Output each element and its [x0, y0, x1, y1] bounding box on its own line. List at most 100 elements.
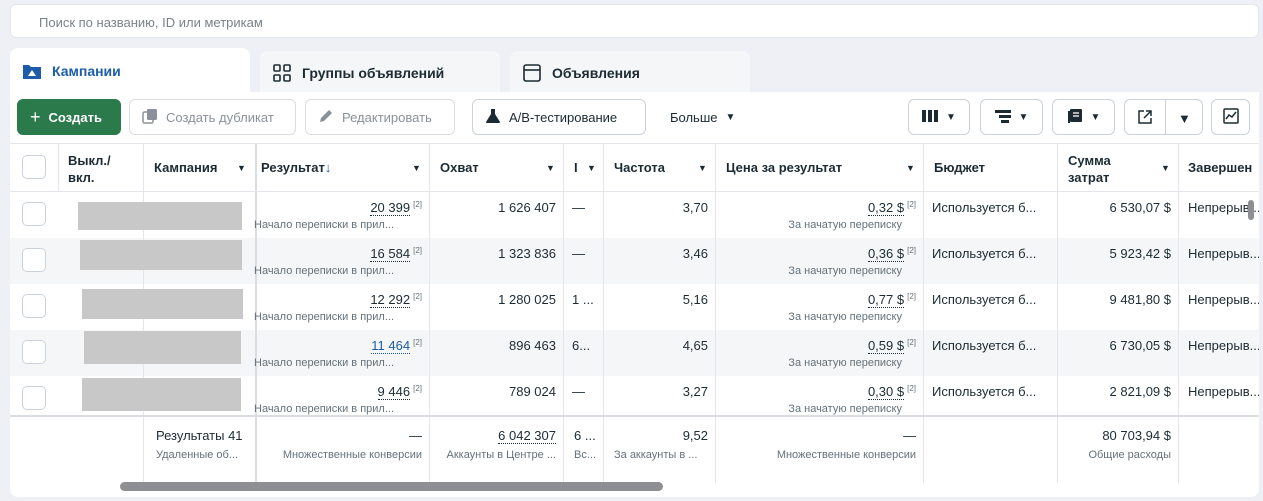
- caret-down-icon[interactable]: ▼: [906, 163, 915, 173]
- row-checkbox[interactable]: [22, 202, 46, 226]
- row-checkbox[interactable]: [22, 386, 46, 410]
- result-sub: Начало переписки в прил...: [254, 219, 395, 231]
- more-dropdown[interactable]: Больше ▼: [658, 99, 758, 135]
- result-value[interactable]: 20 399 [2]: [370, 200, 422, 217]
- column-header-toggle[interactable]: Выкл./вкл.: [68, 152, 111, 186]
- pencil-icon: [318, 108, 334, 127]
- search-input[interactable]: Поиск по названию, ID или метрикам: [10, 4, 1259, 38]
- search-placeholder: Поиск по названию, ID или метрикам: [39, 15, 263, 30]
- export-icon[interactable]: [1137, 109, 1153, 128]
- spend-value: 6 530,07 $: [1109, 200, 1171, 215]
- create-button[interactable]: + Создать: [17, 99, 121, 135]
- edit-button[interactable]: Редактировать: [305, 99, 455, 135]
- result-value[interactable]: 11 464 [2]: [371, 338, 422, 355]
- column-header-reach[interactable]: Охват: [440, 160, 479, 175]
- caret-down-icon[interactable]: ▼: [1178, 111, 1191, 126]
- reach-value: 1 323 836: [498, 246, 556, 261]
- tab-ad-groups[interactable]: Группы объявлений: [260, 51, 500, 95]
- impressions-value: 6...: [572, 338, 591, 353]
- select-all-checkbox[interactable]: [22, 155, 46, 179]
- column-header-frequency[interactable]: Частота: [614, 160, 665, 175]
- budget-value: Используется б...: [932, 338, 1037, 353]
- column-header-budget[interactable]: Бюджет: [934, 160, 985, 175]
- redacted-campaign-name: [82, 289, 243, 319]
- result-sub: Начало переписки в прил...: [254, 311, 395, 323]
- tab-ads[interactable]: Объявления: [510, 51, 750, 95]
- cost-per-result-sub: За начатую переписку: [788, 403, 902, 415]
- duplicate-button[interactable]: Создать дубликат: [129, 99, 296, 135]
- cost-per-result-value[interactable]: 0,36 $ [2]: [867, 246, 916, 263]
- end-value: Непрерыв...: [1188, 246, 1259, 261]
- cost-per-result-value[interactable]: 0,77 $ [2]: [867, 292, 916, 309]
- totals-spend: 80 703,94 $: [1102, 428, 1171, 443]
- breakdown-icon: [994, 109, 1011, 126]
- spend-value: 2 821,09 $: [1109, 384, 1171, 399]
- frequency-value: 5,16: [682, 292, 708, 307]
- result-value[interactable]: 16 584 [2]: [370, 246, 422, 263]
- tab-ads-label: Объявления: [552, 65, 640, 81]
- ab-test-button[interactable]: A/B-тестирование: [472, 99, 646, 135]
- cost-per-result-value[interactable]: 0,32 $ [2]: [867, 200, 916, 217]
- ad-window-icon: [522, 64, 542, 82]
- reports-button[interactable]: ▼: [1052, 99, 1115, 135]
- column-header-end[interactable]: Завершен: [1188, 160, 1252, 175]
- impressions-value: 1 ...: [572, 292, 594, 307]
- result-value[interactable]: 9 446 [2]: [377, 384, 422, 401]
- copy-icon: [142, 108, 158, 127]
- row-checkbox[interactable]: [22, 340, 46, 364]
- impressions-value: —: [572, 200, 585, 215]
- cost-per-result-sub: За начатую переписку: [788, 311, 902, 323]
- column-header-impressions[interactable]: I: [574, 160, 578, 175]
- cost-per-result-value[interactable]: 0,30 $ [2]: [867, 384, 916, 401]
- result-sub: Начало переписки в прил...: [254, 265, 395, 277]
- column-header-result[interactable]: Результат↓: [261, 160, 331, 175]
- column-header-spend[interactable]: Сумма затрат: [1068, 152, 1111, 186]
- caret-down-icon[interactable]: ▼: [1161, 163, 1170, 173]
- caret-down-icon[interactable]: ▼: [587, 163, 596, 173]
- result-sub: Начало переписки в прил...: [254, 403, 395, 415]
- breakdown-button[interactable]: ▼: [980, 99, 1043, 135]
- columns-icon: [922, 109, 939, 126]
- column-header-cost-per-result[interactable]: Цена за результат: [726, 160, 842, 175]
- chart-button[interactable]: [1211, 99, 1250, 135]
- end-value: Непрерыв...: [1188, 384, 1259, 399]
- ab-test-label: A/B-тестирование: [509, 109, 618, 125]
- totals-cost-per-result-sub: Множественные конверсии: [776, 449, 916, 461]
- edit-label: Редактировать: [342, 109, 432, 125]
- caret-down-icon[interactable]: ▼: [237, 163, 246, 173]
- column-header-campaign[interactable]: Кампания: [154, 160, 217, 175]
- cost-per-result-value[interactable]: 0,59 $ [2]: [867, 338, 916, 355]
- caret-down-icon[interactable]: ▼: [412, 163, 421, 173]
- totals-cost-per-result: —: [903, 428, 916, 443]
- caret-down-icon[interactable]: ▼: [546, 163, 555, 173]
- redacted-campaign-name: [84, 331, 241, 364]
- horizontal-scrollbar[interactable]: [120, 482, 663, 491]
- duplicate-label: Создать дубликат: [166, 109, 274, 125]
- reach-value: 1 626 407: [498, 200, 556, 215]
- impressions-value: —: [572, 384, 585, 399]
- spend-value: 5 923,42 $: [1109, 246, 1171, 261]
- redacted-campaign-name: [82, 378, 241, 411]
- redacted-campaign-name: [80, 240, 242, 270]
- result-sub: Начало переписки в прил...: [254, 357, 395, 369]
- grid-icon: [272, 64, 292, 82]
- frequency-value: 3,70: [682, 200, 708, 215]
- vertical-scrollbar[interactable]: [1248, 200, 1254, 220]
- spend-value: 9 481,80 $: [1109, 292, 1171, 307]
- caret-down-icon[interactable]: ▼: [698, 163, 707, 173]
- impressions-value: —: [572, 246, 585, 261]
- result-value[interactable]: 12 292 [2]: [370, 292, 422, 309]
- columns-button[interactable]: ▼: [908, 99, 970, 135]
- reach-value: 896 463: [509, 338, 556, 353]
- row-checkbox[interactable]: [22, 294, 46, 318]
- totals-reach-sub: Аккаунты в Центре ...: [446, 449, 556, 461]
- cost-per-result-sub: За начатую переписку: [788, 357, 902, 369]
- split-divider: [1165, 100, 1166, 134]
- totals-result-sub: Множественные конверсии: [282, 449, 422, 461]
- tab-campaigns[interactable]: Кампании: [10, 48, 250, 94]
- cost-per-result-sub: За начатую переписку: [788, 265, 902, 277]
- flask-icon: [485, 108, 501, 127]
- totals-reach[interactable]: 6 042 307: [498, 428, 556, 444]
- export-split-button[interactable]: ▼: [1124, 99, 1203, 135]
- row-checkbox[interactable]: [22, 248, 46, 272]
